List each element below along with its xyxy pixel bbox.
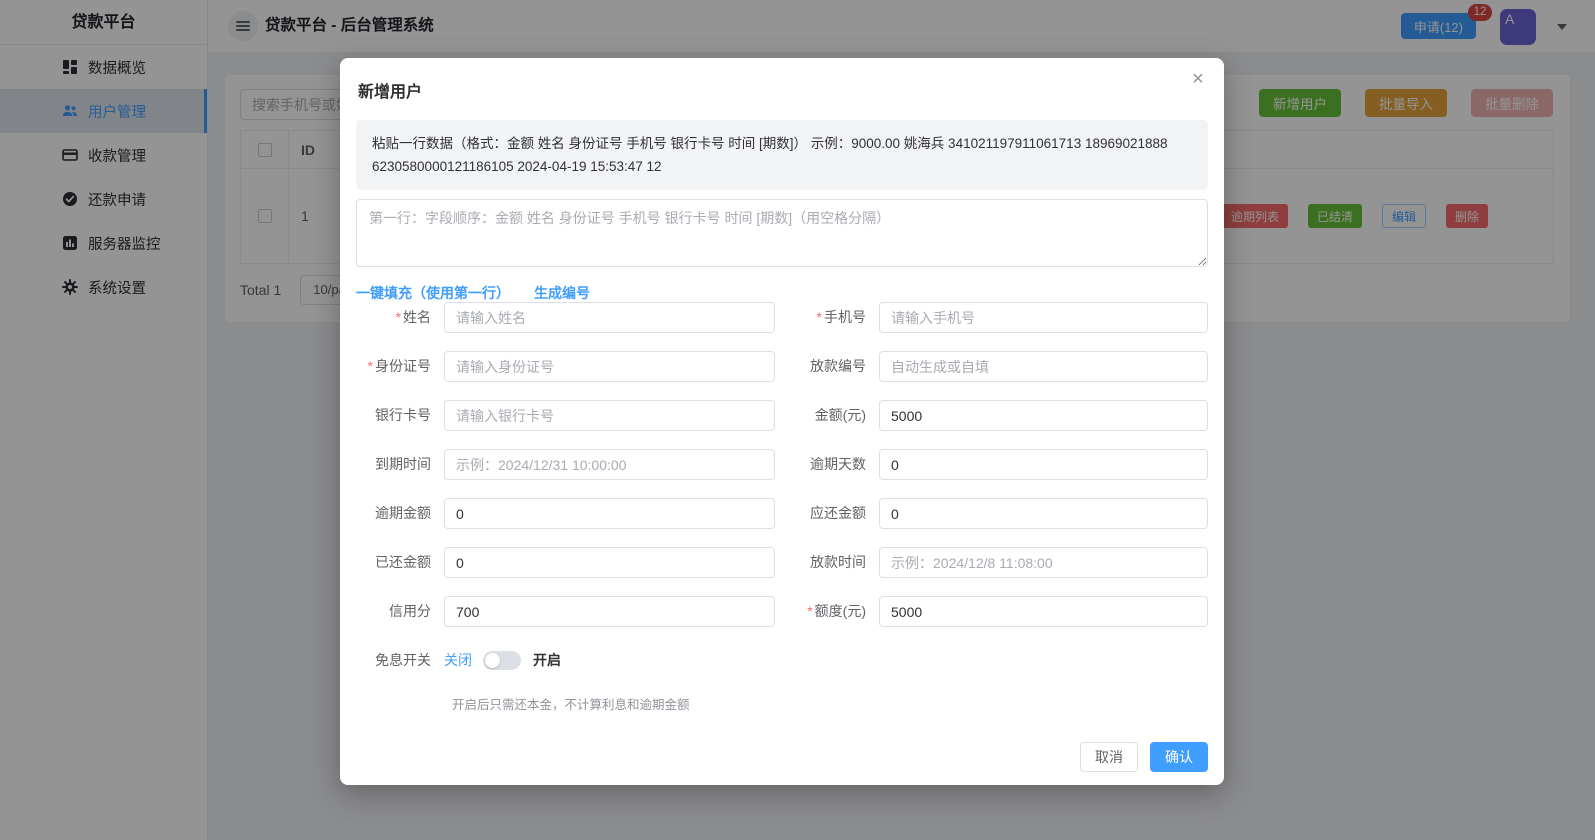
field-label-due-time: 到期时间	[340, 449, 431, 480]
field-label-quota: *额度(元)	[775, 596, 866, 627]
amount-input[interactable]	[879, 400, 1208, 431]
field-label-interest-free: 免息开关	[340, 645, 431, 676]
field-label-credit-score: 信用分	[340, 596, 431, 627]
add-user-modal: 新增用户 × 粘贴一行数据（格式：金额 姓名 身份证号 手机号 银行卡号 时间 …	[340, 58, 1224, 785]
field-label-payable-amount: 应还金额	[775, 498, 866, 529]
toggle-on-label[interactable]: 开启	[533, 645, 561, 676]
due-time-input[interactable]	[444, 449, 775, 480]
field-label-id-number: *身份证号	[340, 351, 431, 382]
screen: 贷款平台 数据概览 用户管理 收款管理 还款申请	[0, 0, 1595, 840]
credit-score-input[interactable]	[444, 596, 775, 627]
field-label-loan-number: 放款编号	[775, 351, 866, 382]
field-label-phone: *手机号	[775, 302, 866, 333]
quota-input[interactable]	[879, 596, 1208, 627]
one-click-fill-link[interactable]: 一键填充（使用第一行）	[356, 283, 510, 303]
field-label-loan-time: 放款时间	[775, 547, 866, 578]
field-label-repaid-amount: 已还金额	[340, 547, 431, 578]
field-label-name: *姓名	[340, 302, 431, 333]
paste-textarea[interactable]	[356, 199, 1208, 267]
overdue-amount-input[interactable]	[444, 498, 775, 529]
close-icon[interactable]: ×	[1186, 68, 1210, 91]
modal-title: 新增用户	[358, 78, 422, 102]
field-label-overdue-days: 逾期天数	[775, 449, 866, 480]
payable-amount-input[interactable]	[879, 498, 1208, 529]
paste-format-info: 粘贴一行数据（格式：金额 姓名 身份证号 手机号 银行卡号 时间 [期数]） 示…	[356, 120, 1208, 190]
name-input[interactable]	[444, 302, 775, 333]
interest-free-row: 免息开关 关闭 开启	[340, 645, 1224, 676]
generate-number-link[interactable]: 生成编号	[534, 283, 590, 303]
toggle-off-label[interactable]: 关闭	[444, 645, 472, 676]
id-number-input[interactable]	[444, 351, 775, 382]
cancel-button[interactable]: 取消	[1080, 742, 1138, 772]
add-user-form: *姓名 *手机号 *身份证号 放款编号	[340, 302, 1224, 713]
phone-input[interactable]	[879, 302, 1208, 333]
interest-free-switch[interactable]	[483, 651, 521, 670]
field-label-overdue-amount: 逾期金额	[340, 498, 431, 529]
overdue-days-input[interactable]	[879, 449, 1208, 480]
loan-time-input[interactable]	[879, 547, 1208, 578]
repaid-amount-input[interactable]	[444, 547, 775, 578]
interest-free-hint: 开启后只需还本金，不计算利息和逾期金额	[452, 694, 1224, 713]
confirm-button[interactable]: 确认	[1150, 742, 1208, 772]
field-label-amount: 金额(元)	[775, 400, 866, 431]
loan-number-input[interactable]	[879, 351, 1208, 382]
quick-links: 一键填充（使用第一行） 生成编号	[356, 283, 590, 303]
field-label-bank-card: 银行卡号	[340, 400, 431, 431]
bank-card-input[interactable]	[444, 400, 775, 431]
switch-knob	[485, 653, 500, 668]
